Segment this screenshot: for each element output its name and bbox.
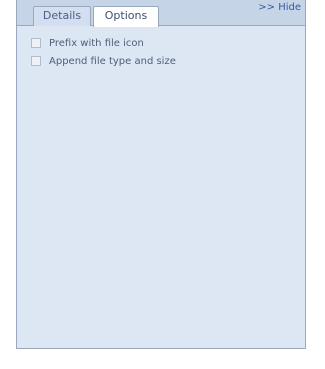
option-prefix-file-icon[interactable]: Prefix with file icon [31,34,176,52]
tab-details[interactable]: Details [33,6,91,26]
option-append-file-type-size[interactable]: Append file type and size [31,52,176,70]
hide-link[interactable]: >> Hide [258,2,301,13]
append-file-type-size-label: Append file type and size [49,55,176,67]
tab-options[interactable]: Options [93,6,159,27]
prefix-file-icon-checkbox[interactable] [31,38,41,48]
tab-bar: Details Options >> Hide [17,0,305,27]
prefix-file-icon-label: Prefix with file icon [49,37,144,49]
append-file-type-size-checkbox[interactable] [31,56,41,66]
options-panel: Details Options >> Hide Prefix with file… [16,0,306,349]
options-list: Prefix with file icon Append file type a… [31,34,176,70]
